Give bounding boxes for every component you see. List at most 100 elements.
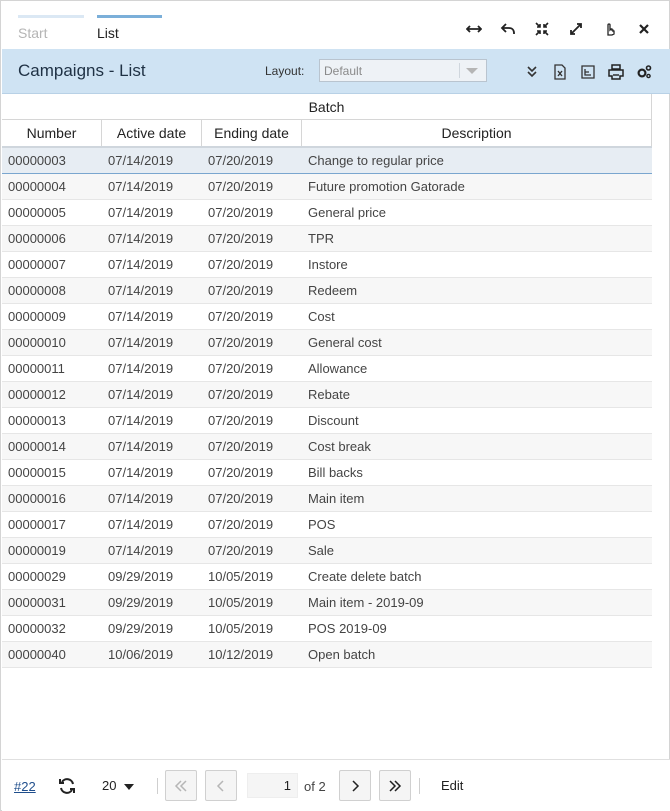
table-row[interactable]: 00000010 07/14/2019 07/20/2019 General cost <box>2 330 652 356</box>
title-actions <box>518 61 658 83</box>
cell-number: 00000019 <box>8 543 66 558</box>
print-icon[interactable] <box>602 61 630 83</box>
cell-number: 00000015 <box>8 465 66 480</box>
tab-list[interactable]: List <box>97 15 163 47</box>
cell-ending-date: 10/05/2019 <box>208 569 274 584</box>
cell-number: 00000003 <box>8 153 66 168</box>
cell-description: Create delete batch <box>308 569 422 584</box>
table-row[interactable]: 00000003 07/14/2019 07/20/2019 Change to re… <box>2 148 652 174</box>
cell-active-date: 07/14/2019 <box>108 387 174 402</box>
tab-start[interactable]: Start <box>18 15 84 47</box>
cell-active-date: 07/14/2019 <box>108 231 174 246</box>
cell-number: 00000017 <box>8 517 66 532</box>
cell-active-date: 07/14/2019 <box>108 517 174 532</box>
column-header-ending-date[interactable]: Ending date <box>202 120 302 146</box>
cell-ending-date: 10/05/2019 <box>208 595 274 610</box>
cell-active-date: 07/14/2019 <box>108 361 174 376</box>
layout-select[interactable]: Default <box>319 59 487 82</box>
tab-list-indicator <box>97 15 162 18</box>
cell-description: Cost <box>308 309 335 324</box>
page-size-select[interactable]: 20 <box>102 778 135 793</box>
close-icon[interactable] <box>627 17 661 41</box>
layout-select-value: Default <box>324 64 363 78</box>
cell-number: 00000014 <box>8 439 66 454</box>
cell-number: 00000029 <box>8 569 66 584</box>
table-row[interactable]: 00000019 07/14/2019 07/20/2019 Sale <box>2 538 652 564</box>
table-row[interactable]: 00000006 07/14/2019 07/20/2019 TPR <box>2 226 652 252</box>
table-row[interactable]: 00000013 07/14/2019 07/20/2019 Discount <box>2 408 652 434</box>
layout-select-divider <box>459 63 460 78</box>
page-size-value: 20 <box>102 778 117 793</box>
cell-number: 00000040 <box>8 647 66 662</box>
edit-button[interactable]: Edit <box>441 778 463 793</box>
table-row[interactable]: 00000008 07/14/2019 07/20/2019 Redeem <box>2 278 652 304</box>
cell-description: Cost break <box>308 439 371 454</box>
column-header-active-date[interactable]: Active date <box>102 120 202 146</box>
column-header-number[interactable]: Number <box>2 120 102 146</box>
window-frame: Start List Campaigns - List Layout: Defa… <box>0 0 670 811</box>
cell-ending-date: 07/20/2019 <box>208 153 274 168</box>
cell-active-date: 07/14/2019 <box>108 179 174 194</box>
tab-start-indicator <box>18 15 84 18</box>
table-row[interactable]: 00000012 07/14/2019 07/20/2019 Rebate <box>2 382 652 408</box>
cell-active-date: 07/14/2019 <box>108 491 174 506</box>
cell-number: 00000016 <box>8 491 66 506</box>
cell-number: 00000010 <box>8 335 66 350</box>
table-row[interactable]: 00000009 07/14/2019 07/20/2019 Cost <box>2 304 652 330</box>
cell-active-date: 07/14/2019 <box>108 335 174 350</box>
double-chevron-right-icon <box>389 779 402 792</box>
excel-export-icon[interactable] <box>546 61 574 83</box>
table-row[interactable]: 00000016 07/14/2019 07/20/2019 Main item <box>2 486 652 512</box>
prev-page-button[interactable] <box>205 770 237 801</box>
table-row[interactable]: 00000014 07/14/2019 07/20/2019 Cost break <box>2 434 652 460</box>
cell-ending-date: 07/20/2019 <box>208 335 274 350</box>
page-number-input[interactable]: 1 <box>247 773 298 798</box>
export-file-icon[interactable] <box>574 61 602 83</box>
cell-active-date: 07/14/2019 <box>108 309 174 324</box>
cell-ending-date: 07/20/2019 <box>208 231 274 246</box>
cell-number: 00000013 <box>8 413 66 428</box>
cell-active-date: 07/14/2019 <box>108 153 174 168</box>
table-row[interactable]: 00000017 07/14/2019 07/20/2019 POS <box>2 512 652 538</box>
first-page-button[interactable] <box>165 770 197 801</box>
record-count-link[interactable]: #22 <box>14 779 36 794</box>
cell-description: General cost <box>308 335 382 350</box>
last-page-button[interactable] <box>379 770 411 801</box>
table-row[interactable]: 00000031 09/29/2019 10/05/2019 Main item - … <box>2 590 652 616</box>
cell-description: Future promotion Gatorade <box>308 179 465 194</box>
settings-gears-icon[interactable] <box>630 61 658 83</box>
table-row[interactable]: 00000005 07/14/2019 07/20/2019 General pric… <box>2 200 652 226</box>
chevron-down-icon <box>466 68 478 74</box>
cell-ending-date: 07/20/2019 <box>208 179 274 194</box>
double-chevron-down-icon[interactable] <box>518 61 546 83</box>
table-row[interactable]: 00000029 09/29/2019 10/05/2019 Create delet… <box>2 564 652 590</box>
table-row[interactable]: 00000040 10/06/2019 10/12/2019 Open batch <box>2 642 652 668</box>
table-row[interactable]: 00000032 09/29/2019 10/05/2019 POS 2019-09 <box>2 616 652 642</box>
cell-number: 00000011 <box>8 361 65 376</box>
cell-active-date: 07/14/2019 <box>108 543 174 558</box>
grid-scrollbar[interactable] <box>652 120 669 650</box>
cell-ending-date: 07/20/2019 <box>208 387 274 402</box>
cell-description: TPR <box>308 231 334 246</box>
cell-active-date: 07/14/2019 <box>108 257 174 272</box>
cell-ending-date: 07/20/2019 <box>208 491 274 506</box>
collapse-icon[interactable] <box>525 17 559 41</box>
cell-active-date: 07/14/2019 <box>108 413 174 428</box>
cell-number: 00000031 <box>8 595 66 610</box>
cell-description: General price <box>308 205 387 220</box>
table-row[interactable]: 00000015 07/14/2019 07/20/2019 Bill backs <box>2 460 652 486</box>
table-row[interactable]: 00000007 07/14/2019 07/20/2019 Instore <box>2 252 652 278</box>
refresh-icon[interactable] <box>57 776 77 796</box>
column-header-description[interactable]: Description <box>302 120 652 146</box>
cell-number: 00000006 <box>8 231 66 246</box>
table-row[interactable]: 00000011 07/14/2019 07/20/2019 Allowance <box>2 356 652 382</box>
grid-body: 00000003 07/14/2019 07/20/2019 Change to re… <box>2 148 652 668</box>
undo-icon[interactable] <box>491 17 525 41</box>
expand-icon[interactable] <box>559 17 593 41</box>
next-page-button[interactable] <box>339 770 371 801</box>
cell-active-date: 07/14/2019 <box>108 283 174 298</box>
resize-horizontal-icon[interactable] <box>457 17 491 41</box>
pointer-icon[interactable] <box>593 17 627 41</box>
table-row[interactable]: 00000004 07/14/2019 07/20/2019 Future promo… <box>2 174 652 200</box>
cell-ending-date: 10/12/2019 <box>208 647 274 662</box>
